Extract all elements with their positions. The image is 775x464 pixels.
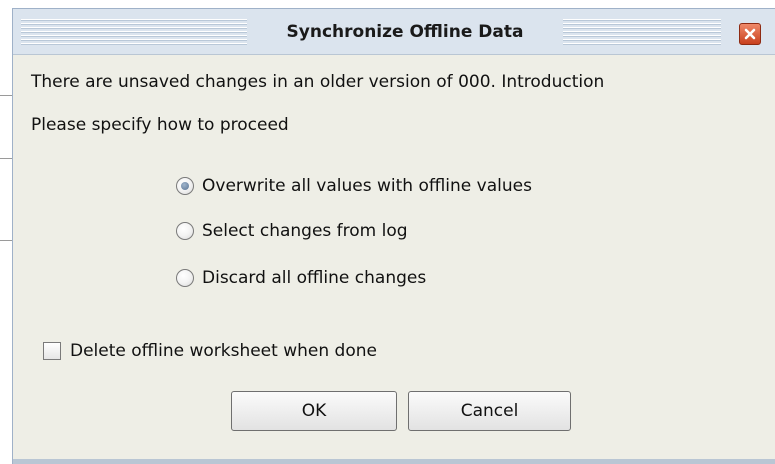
background-divider	[0, 240, 12, 241]
background-divider	[0, 95, 12, 96]
radio-label: Overwrite all values with offline values	[202, 176, 532, 196]
delete-worksheet-checkbox-row[interactable]: Delete offline worksheet when done	[43, 339, 377, 363]
radio-label: Select changes from log	[202, 221, 408, 241]
radio-option-discard[interactable]: Discard all offline changes	[176, 266, 426, 290]
radio-button[interactable]	[176, 269, 194, 287]
dialog-titlebar[interactable]: Synchronize Offline Data	[13, 9, 775, 55]
delete-worksheet-checkbox[interactable]	[43, 342, 61, 360]
radio-option-select-from-log[interactable]: Select changes from log	[176, 219, 408, 243]
radio-label: Discard all offline changes	[202, 268, 427, 288]
dialog-bottom-border	[13, 459, 775, 464]
close-button[interactable]	[739, 23, 761, 45]
background-divider	[0, 158, 12, 159]
radio-button-selected[interactable]	[176, 177, 194, 195]
dialog-title: Synchronize Offline Data	[286, 22, 524, 42]
ok-button[interactable]: OK	[231, 391, 397, 431]
message-text: There are unsaved changes in an older ve…	[31, 72, 605, 92]
synchronize-dialog: Synchronize Offline Data There are unsav…	[12, 8, 775, 464]
close-icon	[743, 27, 757, 41]
instruction-text: Please specify how to proceed	[31, 115, 289, 135]
radio-button[interactable]	[176, 222, 194, 240]
cancel-button[interactable]: Cancel	[408, 391, 571, 431]
checkbox-label: Delete offline worksheet when done	[70, 341, 377, 361]
titlebar-grip-left	[21, 19, 247, 46]
radio-option-overwrite[interactable]: Overwrite all values with offline values	[176, 174, 532, 198]
titlebar-grip-right	[563, 19, 721, 46]
